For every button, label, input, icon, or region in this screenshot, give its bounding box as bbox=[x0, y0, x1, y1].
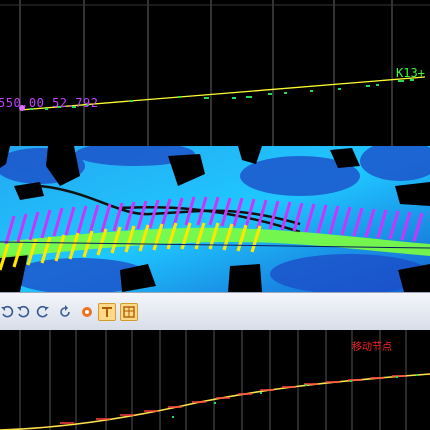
rotate-cw-icon bbox=[36, 305, 49, 318]
refresh-button[interactable] bbox=[56, 303, 74, 321]
settings-icon bbox=[82, 307, 92, 317]
profile-points bbox=[172, 374, 418, 418]
text-tool-icon bbox=[102, 307, 112, 317]
end-station-label: K13+ bbox=[396, 66, 425, 80]
toolbar bbox=[0, 292, 430, 332]
refresh-icon bbox=[60, 305, 70, 317]
point-cloud-view[interactable] bbox=[0, 146, 430, 292]
rotate-ccw-icon bbox=[17, 305, 30, 318]
profile-station-marks bbox=[60, 375, 406, 424]
start-station-label: 550.00 52.792 bbox=[0, 96, 99, 110]
plan-grid bbox=[0, 0, 430, 146]
move-node-label: 移动节点 bbox=[352, 342, 392, 353]
table-tool-button[interactable] bbox=[120, 303, 138, 321]
rotate-left-icon bbox=[1, 305, 14, 318]
text-tool-button[interactable] bbox=[98, 303, 116, 321]
plan-canvas[interactable] bbox=[0, 0, 430, 146]
profile-view[interactable]: 移动节点 bbox=[0, 330, 430, 430]
point-cloud-canvas[interactable] bbox=[0, 146, 430, 292]
table-tool-icon bbox=[123, 306, 135, 318]
rotate-ccw-button[interactable] bbox=[14, 303, 32, 321]
rotate-cw-button[interactable] bbox=[34, 303, 52, 321]
settings-button[interactable] bbox=[78, 303, 96, 321]
plan-view[interactable]: 550.00 52.792 K13+ bbox=[0, 0, 430, 146]
